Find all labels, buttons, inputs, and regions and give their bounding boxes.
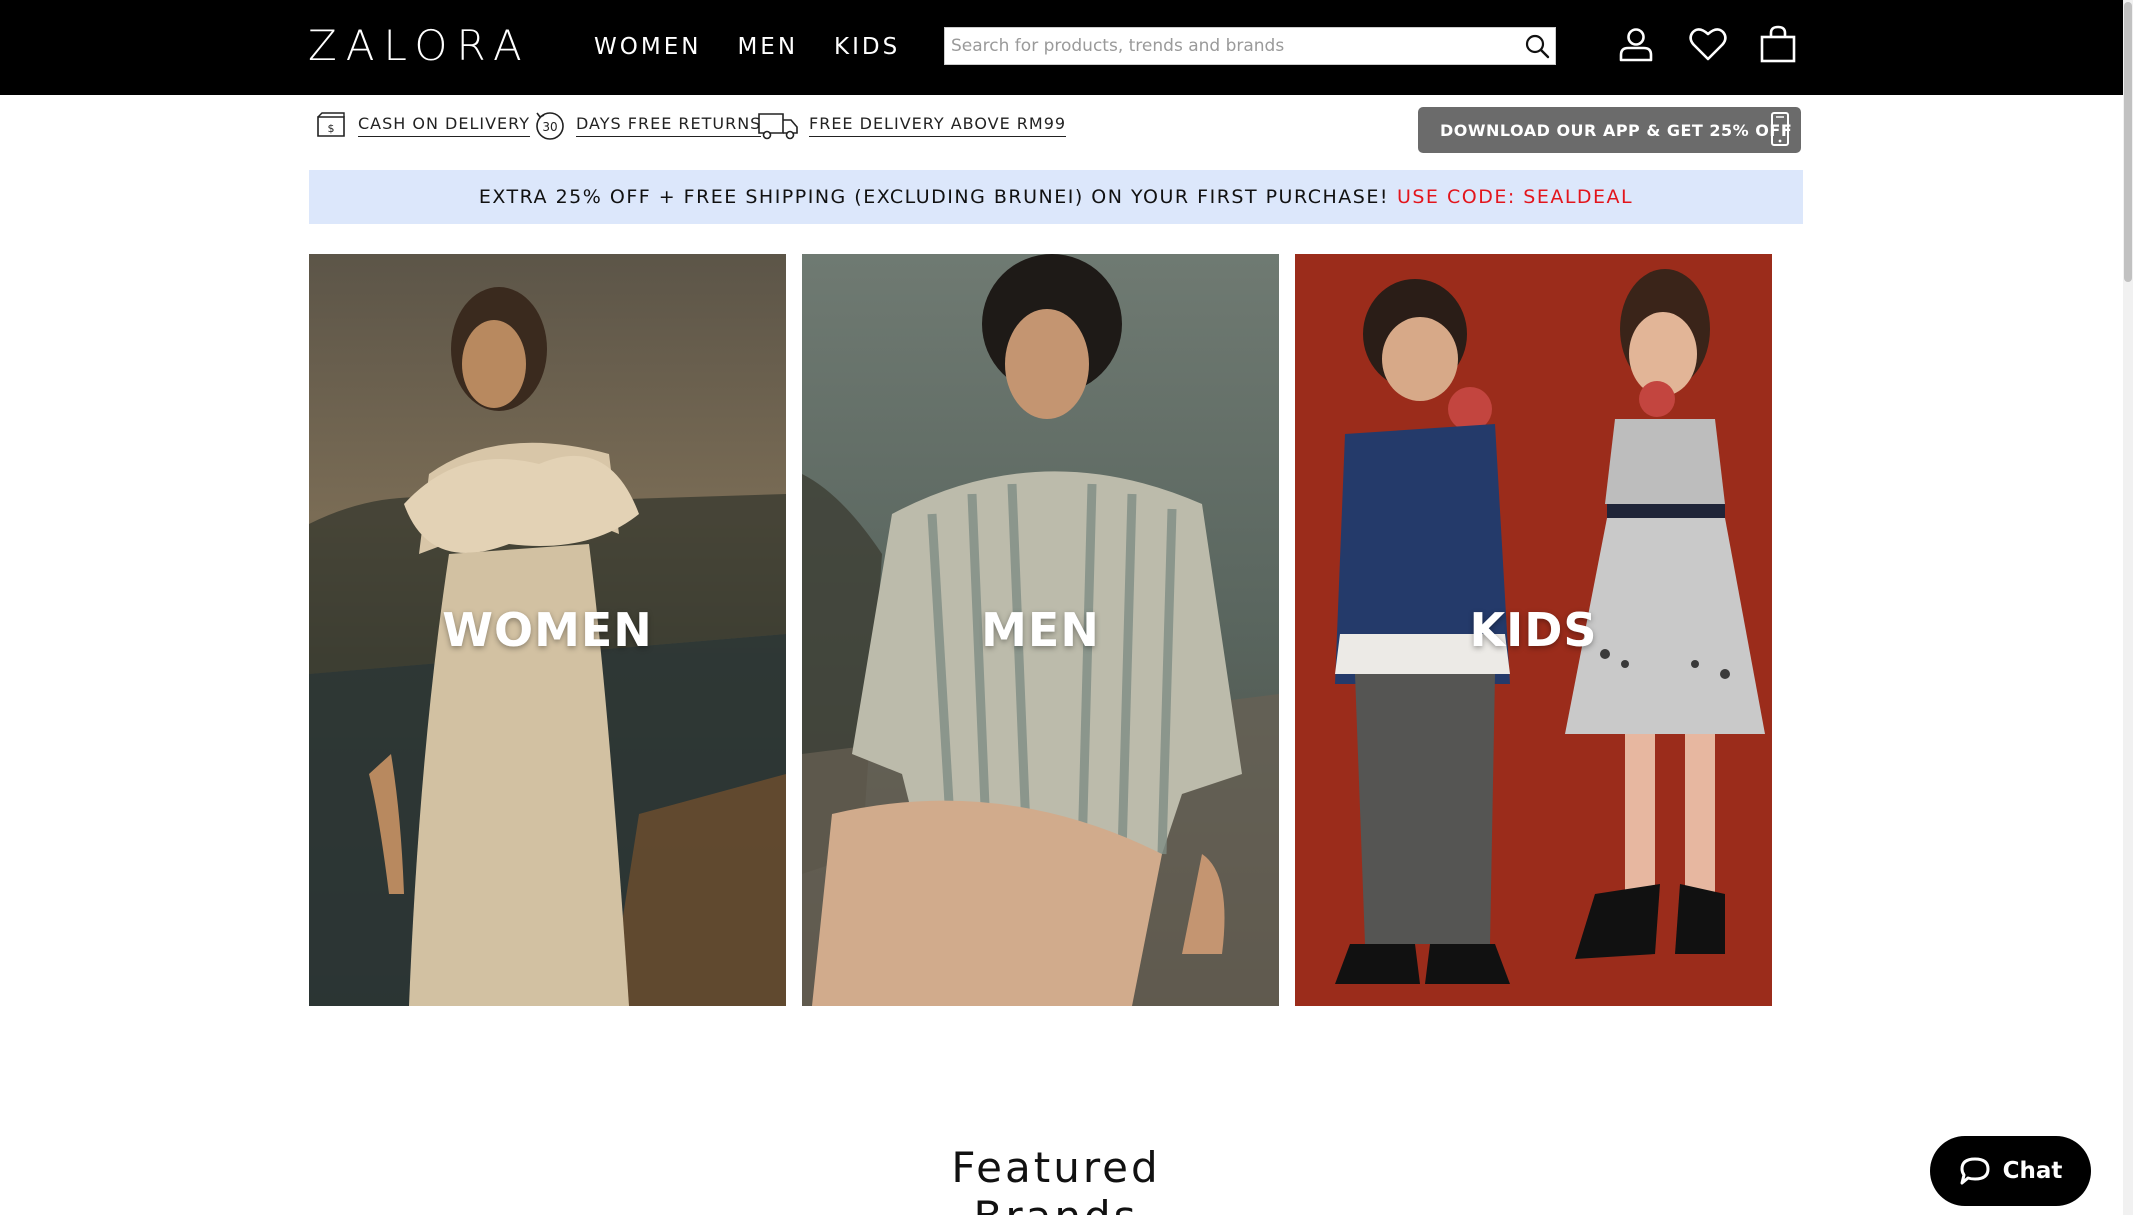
usp-cod-label[interactable]: CASH ON DELIVERY (358, 114, 531, 137)
usp-free-delivery[interactable]: FREE DELIVERY ABOVE RM99 (757, 105, 1067, 145)
nav-kids[interactable]: KIDS (834, 30, 900, 64)
kids-category-tile[interactable]: KIDS (1295, 254, 1772, 1006)
svg-text:$: $ (328, 122, 335, 135)
men-tile-label: MEN (981, 603, 1100, 657)
usp-delivery-label[interactable]: FREE DELIVERY ABOVE RM99 (809, 114, 1067, 137)
featured-brands-heading: Featured Brands (951, 1143, 1161, 1215)
search-input[interactable] (945, 28, 1519, 64)
chat-label: Chat (2002, 1158, 2063, 1184)
chat-button[interactable]: Chat (1930, 1136, 2091, 1206)
zalora-logo[interactable]: ZALORA (308, 21, 531, 70)
chat-bubble-icon (1960, 1157, 1990, 1185)
download-app-label: DOWNLOAD OUR APP & GET 25% OFF (1440, 120, 1793, 140)
page-scrollbar[interactable] (2123, 0, 2133, 1215)
usp-returns-label[interactable]: DAYS FREE RETURNS (576, 114, 762, 137)
download-app-button[interactable]: DOWNLOAD OUR APP & GET 25% OFF (1418, 107, 1801, 153)
main-nav: WOMEN MEN KIDS (594, 30, 936, 64)
nav-women[interactable]: WOMEN (594, 30, 701, 64)
site-header: ZALORA WOMEN MEN KIDS (0, 0, 2123, 95)
promo-banner[interactable]: EXTRA 25% OFF + FREE SHIPPING (EXCLUDING… (309, 170, 1803, 224)
nav-men[interactable]: MEN (737, 30, 798, 64)
wishlist-heart-icon[interactable] (1688, 24, 1728, 64)
promo-code: USE CODE: SEALDEAL (1396, 186, 1634, 208)
cash-icon: $ (317, 112, 345, 137)
usp-free-returns[interactable]: 30 DAYS FREE RETURNS (534, 105, 762, 145)
returns-30-days-icon: 30 (536, 112, 564, 140)
delivery-truck-icon (758, 113, 798, 140)
kids-tile-label: KIDS (1469, 603, 1598, 657)
women-category-tile[interactable]: WOMEN (309, 254, 786, 1006)
women-tile-label: WOMEN (442, 603, 653, 657)
scrollbar-thumb[interactable] (2124, 2, 2132, 282)
men-category-tile[interactable]: MEN (802, 254, 1279, 1006)
account-icon[interactable] (1616, 24, 1656, 64)
promo-text: EXTRA 25% OFF + FREE SHIPPING (EXCLUDING… (478, 186, 1389, 208)
featured-brands-section: Featured Brands (0, 1143, 2123, 1215)
shopping-bag-icon[interactable] (1758, 24, 1798, 64)
search-box (944, 27, 1556, 65)
svg-text:30: 30 (542, 120, 557, 134)
phone-icon (1771, 112, 1789, 146)
search-icon[interactable] (1519, 28, 1555, 64)
usp-cash-on-delivery[interactable]: $ CASH ON DELIVERY (314, 105, 531, 145)
